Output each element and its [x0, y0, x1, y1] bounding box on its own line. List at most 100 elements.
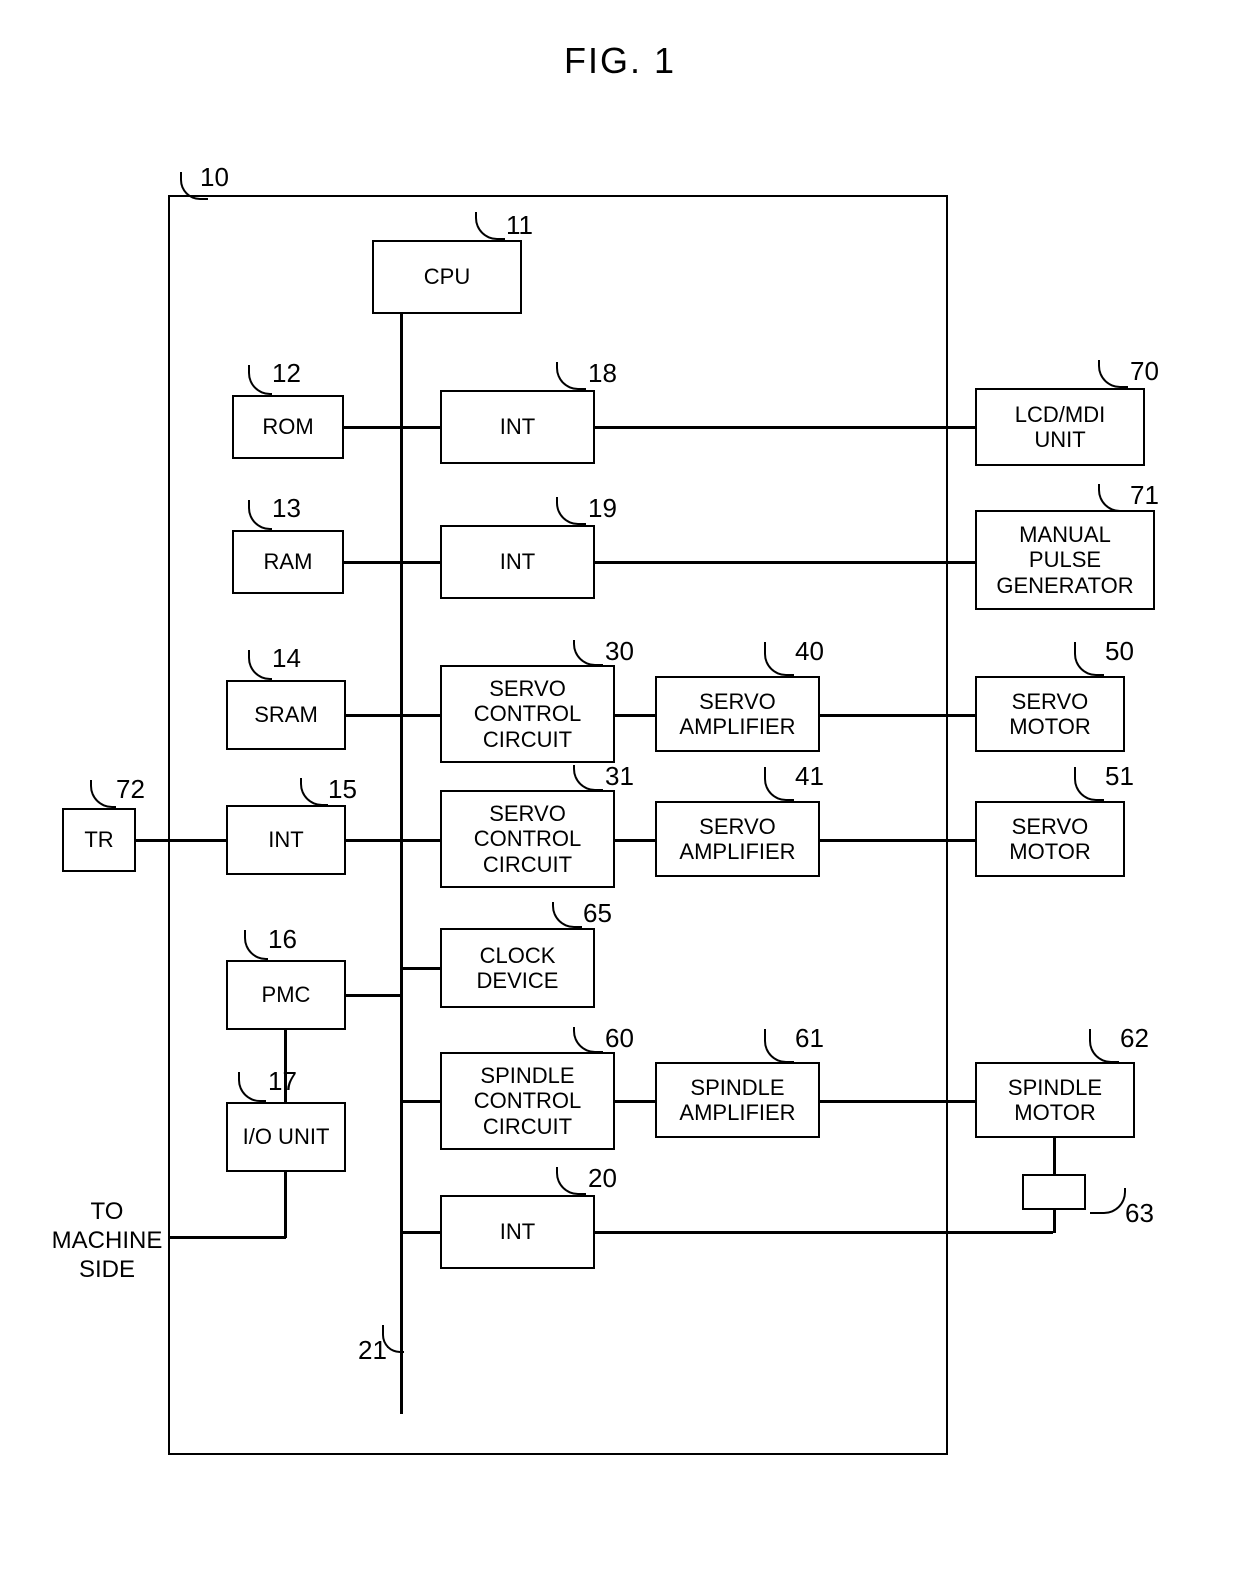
label-samp40: SERVOAMPLIFIER: [679, 689, 795, 740]
ref-13: 13: [272, 493, 301, 524]
wire-pmc-bus: [346, 994, 401, 997]
wire-scc31-samp41: [615, 839, 655, 842]
ref-31: 31: [605, 761, 634, 792]
block-scc31: SERVOCONTROLCIRCUIT: [440, 790, 615, 888]
label-scc30: SERVOCONTROLCIRCUIT: [474, 676, 582, 752]
lead-50: [1074, 642, 1104, 676]
wire-int19-mpg: [595, 561, 975, 564]
label-smot51: SERVOMOTOR: [1009, 814, 1090, 865]
label-samp41: SERVOAMPLIFIER: [679, 814, 795, 865]
lead-70: [1098, 360, 1128, 388]
label-rom: ROM: [262, 414, 313, 439]
wire-sram-bus: [346, 714, 401, 717]
ref-50: 50: [1105, 636, 1134, 667]
bus-line: [400, 314, 403, 1414]
block-smot50: SERVOMOTOR: [975, 676, 1125, 752]
wire-samp41-smot51: [820, 839, 975, 842]
ref-65: 65: [583, 898, 612, 929]
wire-scc31-bus: [400, 839, 440, 842]
wire-int18-lcdmdi: [595, 426, 975, 429]
block-mpg: MANUALPULSEGENERATOR: [975, 510, 1155, 610]
label-int20: INT: [500, 1219, 535, 1244]
label-clock: CLOCKDEVICE: [477, 943, 559, 994]
block-samp40: SERVOAMPLIFIER: [655, 676, 820, 752]
wire-rom-bus: [344, 426, 401, 429]
wire-pc63-down: [1053, 1210, 1056, 1233]
block-tr: TR: [62, 808, 136, 872]
block-rom: ROM: [232, 395, 344, 459]
block-pc63: [1022, 1174, 1086, 1210]
block-sram: SRAM: [226, 680, 346, 750]
label-ram: RAM: [264, 549, 313, 574]
block-int15: INT: [226, 805, 346, 875]
wire-iounit-down: [284, 1172, 287, 1238]
ref-41: 41: [795, 761, 824, 792]
block-iounit: I/O UNIT: [226, 1102, 346, 1172]
wire-samp40-smot50: [820, 714, 975, 717]
lead-62: [1089, 1029, 1119, 1063]
wire-scc30-samp40: [615, 714, 655, 717]
wire-ram-bus: [344, 561, 401, 564]
block-scc30: SERVOCONTROLCIRCUIT: [440, 665, 615, 763]
wire-scc30-bus: [400, 714, 440, 717]
ref-19: 19: [588, 493, 617, 524]
label-cpu: CPU: [424, 264, 470, 289]
wire-int20-pc63: [595, 1231, 1053, 1234]
ref-11: 11: [506, 210, 533, 241]
label-spcc60: SPINDLECONTROLCIRCUIT: [474, 1063, 582, 1139]
block-spcc60: SPINDLECONTROLCIRCUIT: [440, 1052, 615, 1150]
label-to-machine: TOMACHINESIDE: [42, 1198, 172, 1284]
ref-72: 72: [116, 774, 145, 805]
block-spmot62: SPINDLEMOTOR: [975, 1062, 1135, 1138]
label-iounit: I/O UNIT: [243, 1124, 330, 1149]
wire-clock-bus: [400, 967, 440, 970]
label-int19: INT: [500, 549, 535, 574]
ref-63: 63: [1125, 1198, 1154, 1229]
block-pmc: PMC: [226, 960, 346, 1030]
wire-spcc60-bus: [400, 1100, 440, 1103]
block-int18: INT: [440, 390, 595, 464]
wire-spmot62-pc63: [1053, 1138, 1056, 1176]
label-scc31: SERVOCONTROLCIRCUIT: [474, 801, 582, 877]
label-spamp61: SPINDLEAMPLIFIER: [679, 1075, 795, 1126]
wire-int18-bus: [400, 426, 440, 429]
ref-30: 30: [605, 636, 634, 667]
ref-15: 15: [328, 774, 357, 805]
label-smot50: SERVOMOTOR: [1009, 689, 1090, 740]
lead-51: [1074, 767, 1104, 801]
ref-51: 51: [1105, 761, 1134, 792]
ref-14: 14: [272, 643, 301, 674]
lead-72: [90, 780, 116, 808]
ref-12: 12: [272, 358, 301, 389]
label-lcdmdi: LCD/MDIUNIT: [1015, 402, 1105, 453]
ref-18: 18: [588, 358, 617, 389]
block-lcdmdi: LCD/MDIUNIT: [975, 388, 1145, 466]
ref-20: 20: [588, 1163, 617, 1194]
ref-40: 40: [795, 636, 824, 667]
label-sram: SRAM: [254, 702, 318, 727]
ref-71: 71: [1130, 480, 1159, 511]
wire-tr-int15: [135, 839, 227, 842]
ref-60: 60: [605, 1023, 634, 1054]
ref-70: 70: [1130, 356, 1159, 387]
ref-17: 17: [268, 1066, 297, 1097]
block-ram: RAM: [232, 530, 344, 594]
figure-title: FIG. 1: [0, 40, 1240, 82]
block-samp41: SERVOAMPLIFIER: [655, 801, 820, 877]
block-clock: CLOCKDEVICE: [440, 928, 595, 1008]
ref-61: 61: [795, 1023, 824, 1054]
wire-int20-bus: [400, 1231, 440, 1234]
label-mpg: MANUALPULSEGENERATOR: [996, 522, 1133, 598]
wire-spcc60-spamp61: [615, 1100, 655, 1103]
block-int19: INT: [440, 525, 595, 599]
ref-62: 62: [1120, 1023, 1149, 1054]
label-spmot62: SPINDLEMOTOR: [1008, 1075, 1102, 1126]
ref-16: 16: [268, 924, 297, 955]
block-cpu: CPU: [372, 240, 522, 314]
label-int15: INT: [268, 827, 303, 852]
label-int18: INT: [500, 414, 535, 439]
label-tr: TR: [84, 827, 113, 852]
lead-63: [1090, 1188, 1126, 1214]
wire-int15-bus: [346, 839, 401, 842]
label-pmc: PMC: [262, 982, 311, 1007]
